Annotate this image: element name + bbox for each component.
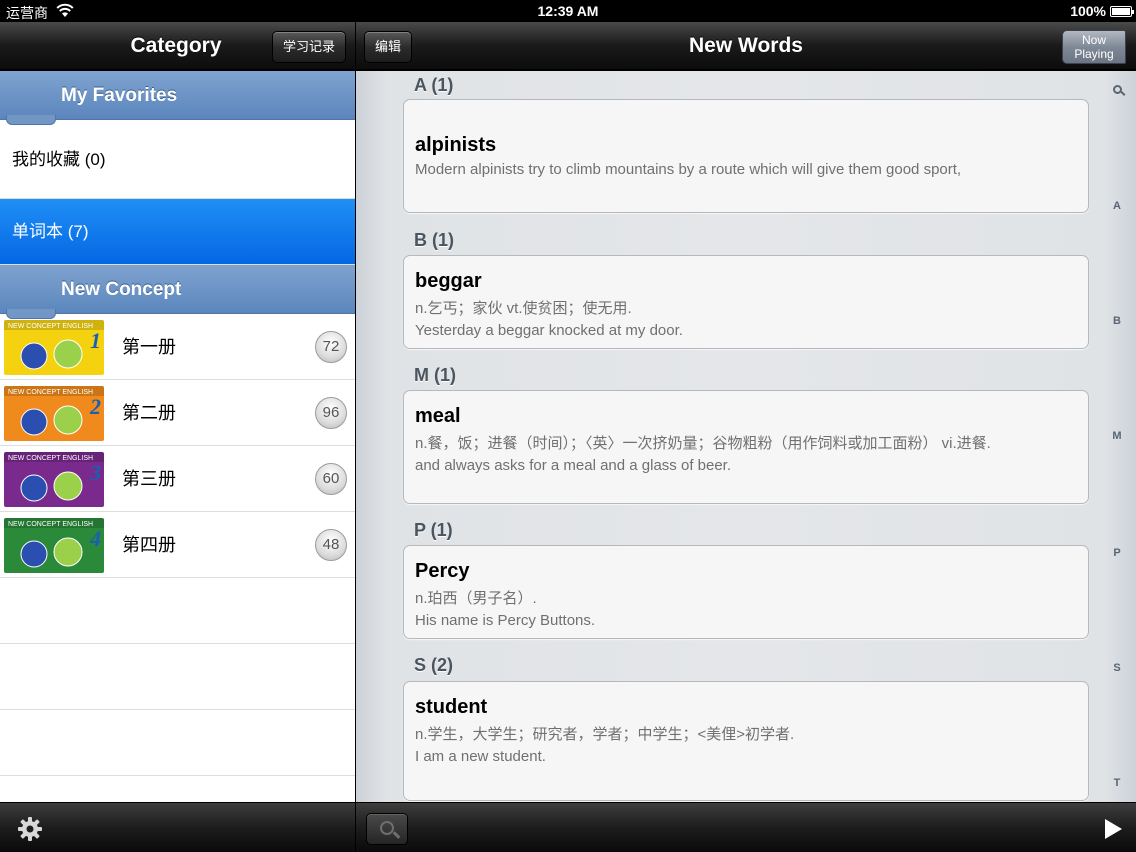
book-cover-image: NEW CONCEPT ENGLISH 1	[4, 320, 104, 375]
empty-row	[0, 710, 355, 776]
index-letter[interactable]: B	[1098, 315, 1136, 327]
category-navbar: Category 学习记录	[0, 22, 355, 70]
book-cover-image: NEW CONCEPT ENGLISH 4	[4, 518, 104, 573]
count-badge: 72	[315, 331, 347, 363]
book-name: 第四册	[122, 535, 176, 555]
word-detail-line: Yesterday a beggar knocked at my door.	[415, 322, 683, 339]
word-detail-line: n.珀西（男子名）.	[415, 590, 537, 607]
svg-text:NEW CONCEPT ENGLISH: NEW CONCEPT ENGLISH	[8, 455, 93, 462]
index-letter[interactable]: S	[1098, 662, 1136, 674]
book-item[interactable]: NEW CONCEPT ENGLISH 1 第一册 72	[0, 314, 355, 380]
search-icon	[380, 821, 394, 835]
battery-percent: 100%	[1070, 3, 1106, 19]
word-detail-line: n.餐，饭；进餐（时间）；〈英〉一次挤奶量；谷物粗粉（用作饲料或加工面粉） vi…	[415, 435, 991, 452]
count-badge: 60	[315, 463, 347, 495]
right-toolbar	[356, 802, 1136, 852]
book-item[interactable]: NEW CONCEPT ENGLISH 3 第三册 60	[0, 446, 355, 512]
clock: 12:39 AM	[537, 3, 599, 19]
svg-text:4: 4	[89, 526, 101, 551]
my-favorites-item[interactable]: 我的收藏 (0)	[0, 120, 355, 199]
favorites-header-label: My Favorites	[61, 85, 178, 106]
search-button[interactable]	[366, 813, 408, 845]
index-letter[interactable]: A	[1098, 200, 1136, 212]
word-detail-line: n.学生，大学生；研究者，学者；中学生；<美俚>初学者.	[415, 726, 795, 743]
wordbook-item[interactable]: 单词本 (7)	[0, 199, 355, 265]
word-detail-line: His name is Percy Buttons.	[415, 612, 596, 629]
word-card[interactable]: student n.学生，大学生；研究者，学者；中学生；<美俚>初学者. I am …	[403, 681, 1089, 801]
svg-text:2: 2	[89, 394, 101, 419]
word-title: beggar	[415, 270, 482, 292]
empty-row	[0, 644, 355, 710]
now-playing-line2: Playing	[1074, 47, 1114, 61]
svg-text:NEW CONCEPT ENGLISH: NEW CONCEPT ENGLISH	[8, 323, 93, 330]
now-playing-line1: Now	[1081, 33, 1106, 47]
empty-row	[0, 578, 355, 644]
book-name: 第一册	[122, 337, 176, 357]
new-words-list: A (1) alpinists Modern alpinists try to cl…	[356, 71, 1136, 802]
book-item[interactable]: NEW CONCEPT ENGLISH 2 第二册 96	[0, 380, 355, 446]
count-badge: 96	[315, 397, 347, 429]
group-header: P (1)	[414, 520, 453, 540]
book-item[interactable]: NEW CONCEPT ENGLISH 4 第四册 48	[0, 512, 355, 578]
count-badge: 48	[315, 529, 347, 561]
word-card[interactable]: Percy n.珀西（男子名）. His name is Percy Buttons…	[403, 545, 1089, 639]
book-name: 第二册	[122, 403, 176, 423]
word-title: Percy	[415, 560, 470, 582]
study-history-button[interactable]: 学习记录	[272, 31, 347, 63]
new-concept-section-header: New Concept	[0, 265, 355, 319]
svg-text:3: 3	[89, 460, 101, 485]
group-header: M (1)	[414, 365, 456, 385]
favorites-section-header: My Favorites	[0, 71, 355, 125]
book-name: 第三册	[122, 469, 176, 489]
word-card[interactable]: meal n.餐，饭；进餐（时间）；〈英〉一次挤奶量；谷物粗粉（用作饲料或加工面粉…	[403, 390, 1089, 504]
index-letter[interactable]: P	[1098, 547, 1136, 559]
status-bar: 运营商 12:39 AM 100%	[0, 0, 1136, 22]
section-index-bar[interactable]: A B M P S T	[1098, 71, 1136, 802]
word-detail-line: I am a new student.	[415, 748, 546, 765]
group-header: S (2)	[414, 655, 454, 675]
word-detail-line: Modern alpinists try to climb mountains …	[415, 161, 962, 178]
group-header: A (1)	[414, 75, 454, 95]
word-title: student	[415, 696, 488, 718]
category-list: My Favorites 我的收藏 (0) 单词本 (7) New Concep…	[0, 71, 355, 802]
new-concept-header-label: New Concept	[61, 279, 182, 300]
svg-text:1: 1	[90, 328, 101, 353]
index-letter[interactable]: M	[1098, 430, 1136, 442]
book-cover-image: NEW CONCEPT ENGLISH 3	[4, 452, 104, 507]
word-title: meal	[415, 405, 461, 427]
gear-icon[interactable]	[17, 816, 43, 842]
now-playing-button[interactable]: Now Playing	[1062, 30, 1126, 64]
index-letter[interactable]: T	[1098, 777, 1136, 789]
word-detail-line: and always asks for a meal and a glass o…	[415, 457, 732, 474]
battery-icon	[1110, 6, 1134, 17]
left-toolbar	[0, 802, 355, 852]
word-card[interactable]: beggar n.乞丐；家伙 vt.使贫困；使无用. Yesterday a beg…	[403, 255, 1089, 349]
svg-text:NEW CONCEPT ENGLISH: NEW CONCEPT ENGLISH	[8, 389, 93, 396]
word-title: alpinists	[415, 134, 497, 156]
index-search-icon[interactable]	[1113, 85, 1122, 94]
book-cover-image: NEW CONCEPT ENGLISH 2	[4, 386, 104, 441]
new-words-title: New Words	[689, 34, 803, 57]
new-words-navbar: 编辑 New Words Now Playing	[356, 22, 1136, 70]
group-header: B (1)	[414, 230, 454, 250]
play-icon[interactable]	[1105, 819, 1122, 839]
word-detail-line: n.乞丐；家伙 vt.使贫困；使无用.	[415, 300, 632, 317]
word-card[interactable]: alpinists Modern alpinists try to climb m…	[403, 99, 1089, 213]
svg-text:NEW CONCEPT ENGLISH: NEW CONCEPT ENGLISH	[8, 521, 93, 528]
